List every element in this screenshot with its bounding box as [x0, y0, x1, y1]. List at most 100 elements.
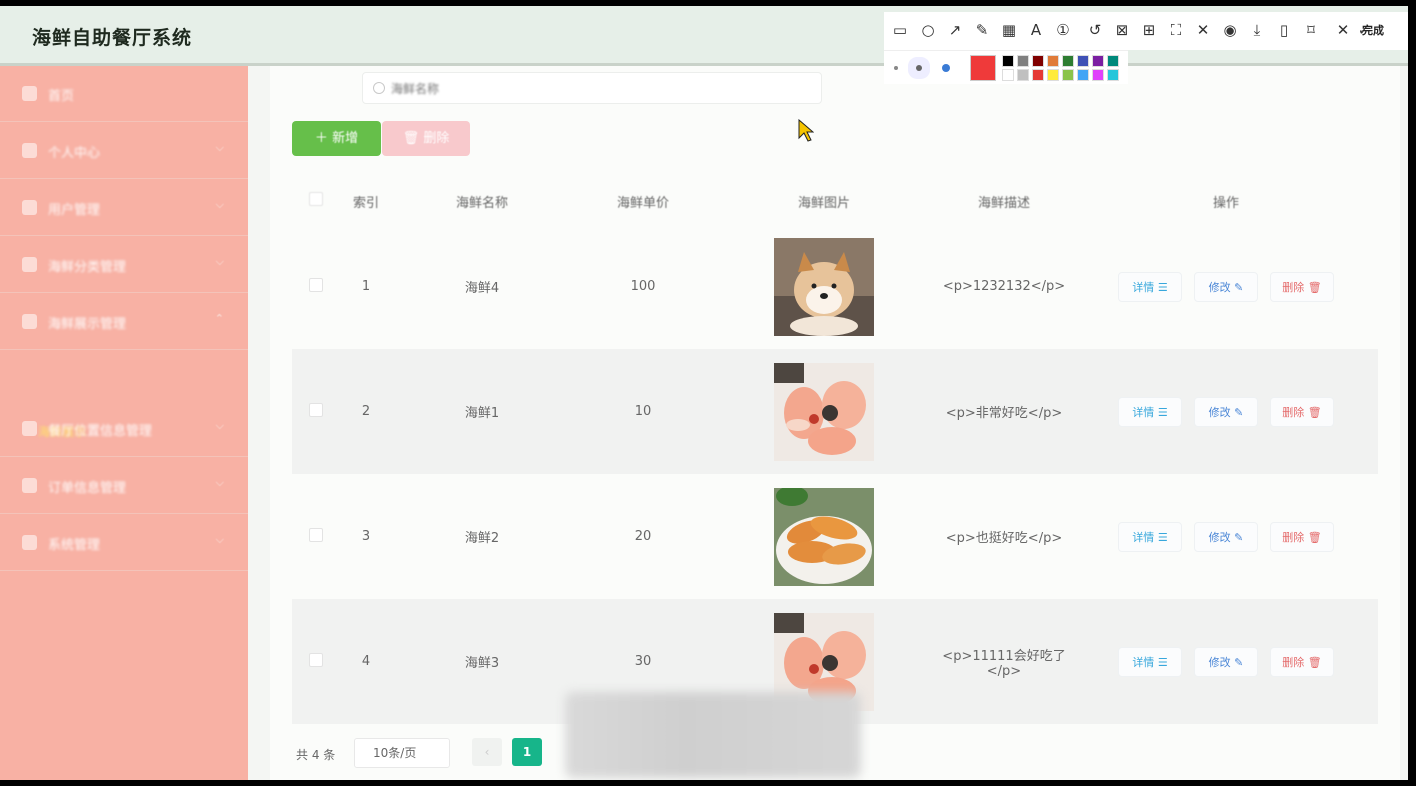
sidebar-item-label: 餐厅位置信息管理 [48, 424, 153, 439]
size-small[interactable] [894, 66, 898, 70]
color-swatch[interactable] [1107, 55, 1119, 67]
delete-label: 删除 [1282, 530, 1305, 544]
color-swatch[interactable] [1047, 55, 1059, 67]
mosaic-icon[interactable]: ▦ [999, 20, 1019, 40]
ocr-icon[interactable]: ⊠ [1112, 20, 1132, 40]
size-large[interactable] [942, 64, 950, 72]
edit-icon: ✎ [1234, 655, 1244, 669]
size-medium[interactable] [916, 65, 922, 71]
edit-label: 修改 [1208, 405, 1231, 419]
text-icon[interactable]: A [1026, 20, 1046, 40]
detail-button[interactable]: 详情 ☰ [1118, 271, 1182, 302]
done-button[interactable]: 完成 [1362, 22, 1384, 38]
delete-row-button[interactable]: 删除 🗑 [1270, 646, 1334, 677]
color-swatch[interactable] [1017, 69, 1029, 81]
detail-button[interactable]: 详情 ☰ [1118, 396, 1182, 427]
select-all-cell [292, 178, 340, 224]
rectangle-icon[interactable]: ▭ [890, 20, 910, 40]
cell-price: 100 [630, 279, 656, 294]
close-icon[interactable]: ✕ [1333, 20, 1353, 40]
sidebar-item-home[interactable]: 首页 [0, 66, 248, 122]
search-input[interactable] [391, 79, 791, 99]
pin-icon[interactable]: ✕ [1193, 20, 1213, 40]
screenshot-toolbar: ▭ ○ ↗ ✎ ▦ A ① ↺ ⊠ ⊞ ⛶ ✕ ◉ ⤓ ▯ ⌑ ✕ ✓ 完成 [884, 12, 1408, 50]
chevron-down-icon: ⌵ [215, 533, 224, 546]
sidebar-item-orders[interactable]: 订单信息管理 ⌵ [0, 458, 248, 514]
color-swatch[interactable] [1062, 55, 1074, 67]
delete-row-button[interactable]: 删除 🗑 [1270, 521, 1334, 552]
edit-button[interactable]: 修改 ✎ [1194, 521, 1258, 552]
column-header: 海鲜名称 [455, 195, 508, 211]
color-swatch[interactable] [1077, 69, 1089, 81]
prev-page-button[interactable]: ‹ [472, 738, 502, 766]
table-row: 2 海鲜1 10 <p>非常好吃</p> 详情 ☰ 修改 ✎ 删除 🗑 [292, 349, 1378, 474]
row-checkbox[interactable] [309, 277, 323, 292]
row-checkbox[interactable] [309, 652, 323, 667]
color-swatch[interactable] [1062, 69, 1074, 81]
page-button-current[interactable]: 1 [512, 738, 542, 766]
delete-row-button[interactable]: 删除 🗑 [1270, 271, 1334, 302]
color-swatch[interactable] [1002, 55, 1014, 67]
row-checkbox[interactable] [309, 527, 323, 542]
color-swatch[interactable] [1017, 55, 1029, 67]
page-size-select[interactable]: 10条/页 [354, 738, 450, 768]
translate-icon[interactable]: ⊞ [1139, 20, 1159, 40]
edit-button[interactable]: 修改 ✎ [1194, 646, 1258, 677]
cell-index: 4 [340, 599, 392, 724]
sidebar-item-restaurant-location[interactable]: 餐厅位置信息管理 ⌵ [0, 401, 248, 457]
color-swatch[interactable] [1107, 69, 1119, 81]
color-swatch[interactable] [1077, 55, 1089, 67]
arrow-icon[interactable]: ↗ [945, 20, 965, 40]
batch-delete-button[interactable]: 🗑 删除 [382, 121, 470, 156]
delete-label: 删除 [1282, 405, 1305, 419]
color-swatch[interactable] [1002, 69, 1014, 81]
detail-icon: ☰ [1157, 405, 1168, 419]
color-palette [884, 50, 1128, 84]
cell-actions: 详情 ☰ 修改 ✎ 删除 🗑 [1074, 474, 1378, 599]
bookmark-icon[interactable]: ⌑ [1301, 20, 1321, 40]
search-box [362, 72, 822, 104]
color-swatch[interactable] [1032, 55, 1044, 67]
color-swatch[interactable] [1092, 69, 1104, 81]
delete-row-button[interactable]: 删除 🗑 [1270, 396, 1334, 427]
undo-icon[interactable]: ↺ [1085, 20, 1105, 40]
trash-icon: 🗑 [402, 131, 424, 146]
edit-button[interactable]: 修改 ✎ [1194, 396, 1258, 427]
download-icon[interactable]: ⤓ [1247, 20, 1267, 40]
row-select-cell [292, 474, 340, 599]
delete-button-label: 删除 [423, 131, 450, 146]
record-icon[interactable]: ◉ [1220, 20, 1240, 40]
trash-icon: 🗑 [1307, 655, 1322, 669]
chevron-down-icon: ⌵ [215, 419, 224, 432]
cell-image [714, 474, 934, 599]
detail-button[interactable]: 详情 ☰ [1118, 521, 1182, 552]
detail-button[interactable]: 详情 ☰ [1118, 646, 1182, 677]
color-swatch[interactable] [1047, 69, 1059, 81]
sidebar-item-seafood-category[interactable]: 海鲜分类管理 ⌵ [0, 237, 248, 293]
sidebar-item-profile[interactable]: 个人中心 ⌵ [0, 123, 248, 179]
number-icon[interactable]: ① [1053, 20, 1073, 40]
sidebar-item-label: 用户管理 [48, 203, 101, 218]
cell-description: <p>也挺好吃</p> [945, 531, 1063, 546]
sidebar-item-label: 系统管理 [48, 538, 101, 553]
ellipse-icon[interactable]: ○ [918, 20, 938, 40]
pencil-icon[interactable]: ✎ [972, 20, 992, 40]
row-checkbox[interactable] [309, 402, 323, 417]
selected-color-swatch[interactable] [970, 55, 996, 81]
add-button[interactable]: ＋ 新增 [292, 121, 381, 156]
cell-description: <p>1232132</p> [942, 279, 1066, 294]
edit-button[interactable]: 修改 ✎ [1194, 271, 1258, 302]
cell-name: 海鲜3 [392, 599, 572, 724]
sidebar-item-system[interactable]: 系统管理 ⌵ [0, 515, 248, 571]
row-select-cell [292, 349, 340, 474]
scan-icon[interactable]: ⛶ [1166, 20, 1186, 40]
phone-icon[interactable]: ▯ [1274, 20, 1294, 40]
sidebar-item-seafood-display[interactable]: 海鲜展示管理 ⌃ [0, 294, 248, 350]
sidebar-item-label: 海鲜展示管理 [48, 317, 127, 332]
trash-icon: 🗑 [1307, 280, 1322, 294]
color-swatch[interactable] [1032, 69, 1044, 81]
sidebar-item-users[interactable]: 用户管理 ⌵ [0, 180, 248, 236]
cell-name: 海鲜1 [392, 349, 572, 474]
color-swatch[interactable] [1092, 55, 1104, 67]
select-all-checkbox[interactable] [309, 192, 323, 206]
